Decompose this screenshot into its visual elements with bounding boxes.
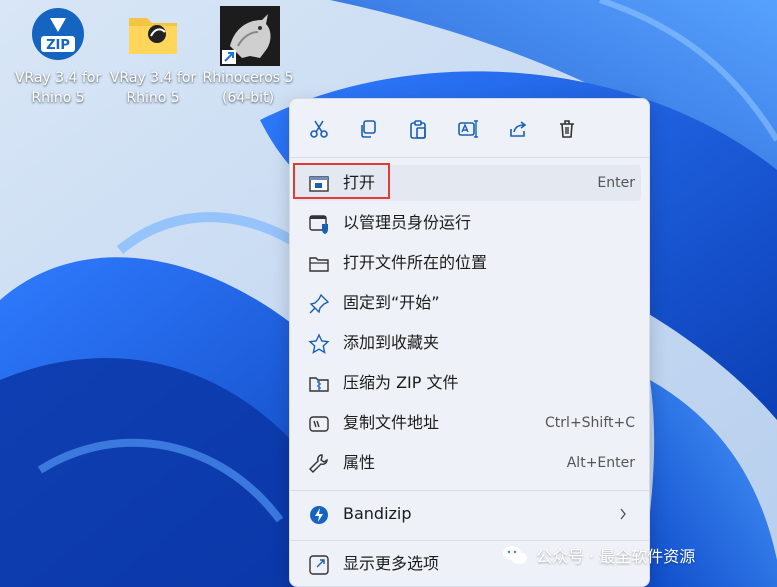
menu-item-properties[interactable]: 属性 Alt+Enter [294,445,641,481]
watermark-text: 公众号 · 最全软件资源 [536,547,696,566]
cut-button[interactable] [305,115,333,143]
menu-item-label: 固定到“开始” [343,293,440,312]
menu-item-label: 打开文件所在的位置 [343,253,488,272]
share-button[interactable] [504,115,532,143]
desktop-icon-label: Rhinoceros 5 (64-bit) [202,70,294,106]
rename-icon [458,120,478,138]
menu-item-label: 属性 [343,453,376,472]
desktop-icon-vray-folder[interactable]: VRay 3.4 for Rhino 5 [103,6,203,108]
menu-item-copy-path[interactable]: 复制文件地址 Ctrl+Shift+C [294,405,641,441]
context-menu-toolbar [290,99,649,157]
desktop-icon-rhinoceros[interactable]: Rhinoceros 5 (64-bit) [198,6,298,108]
menu-item-label: 压缩为 ZIP 文件 [343,373,459,392]
desktop-icon-label: VRay 3.4 for Rhino 5 [14,70,102,106]
share-icon [510,121,527,137]
menu-item-shortcut: Alt+Enter [566,455,635,471]
copy-button[interactable] [354,115,382,143]
zip-icon [309,377,329,392]
toolbar-separator [290,157,649,158]
desktop-icon-label: VRay 3.4 for Rhino 5 [109,70,197,106]
rename-button[interactable] [454,115,482,143]
svg-text:ZIP: ZIP [46,38,70,53]
menu-item-bandizip[interactable]: Bandizip [294,496,641,532]
highlight-box [293,163,390,199]
rhino-icon [220,6,280,66]
chevron-right-icon [620,508,626,520]
menu-item-label: Bandizip [343,504,412,523]
menu-item-label: 复制文件地址 [343,413,440,432]
scissors-icon [310,120,328,138]
delete-button[interactable] [553,115,581,143]
paste-icon [410,120,426,139]
more-options-icon [309,555,329,575]
menu-item-compress-zip[interactable]: 压缩为 ZIP 文件 [294,365,641,401]
paste-button[interactable] [404,115,432,143]
wrench-icon [309,454,328,473]
zip-app-icon: ZIP [30,6,86,62]
star-icon [308,333,330,354]
menu-separator [290,490,649,491]
trash-icon [560,120,574,138]
menu-item-label: 以管理员身份运行 [343,213,472,232]
bandizip-icon [310,506,328,524]
shield-icon [309,215,328,234]
menu-item-run-as-admin[interactable]: 以管理员身份运行 [294,205,641,241]
menu-item-shortcut: Ctrl+Shift+C [545,415,635,431]
desktop-icon-vray-zip[interactable]: ZIP VRay 3.4 for Rhino 5 [8,6,108,108]
path-icon [309,416,329,432]
menu-item-shortcut: Enter [597,175,635,191]
pin-icon [309,293,330,314]
folder-icon [125,6,181,62]
menu-item-add-to-favorites[interactable]: 添加到收藏夹 [294,325,641,361]
wechat-icon [503,546,527,564]
menu-separator [290,540,649,541]
menu-item-open-file-location[interactable]: 打开文件所在的位置 [294,245,641,281]
menu-item-pin-to-start[interactable]: 固定到“开始” [294,285,641,321]
watermark: 公众号 · 最全软件资源 [502,542,695,568]
menu-item-label: 显示更多选项 [343,554,440,573]
desktop: ZIP VRay 3.4 for Rhino 5 VRay 3.4 for Rh… [0,0,777,587]
menu-item-label: 添加到收藏夹 [343,333,440,352]
folder-icon [309,257,329,272]
copy-icon [361,120,376,138]
